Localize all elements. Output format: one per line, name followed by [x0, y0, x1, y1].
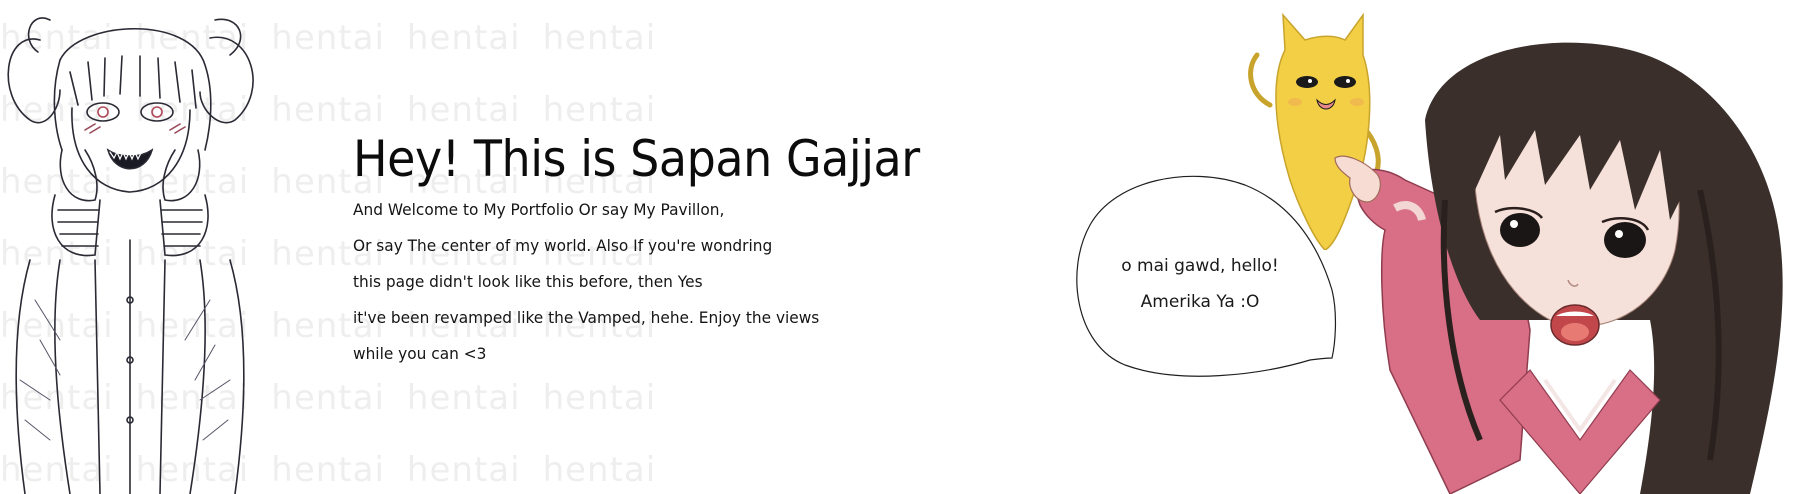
intro-line: while you can <3 — [353, 344, 487, 363]
watermark-word: hentai — [406, 378, 521, 418]
watermark-word: hentai — [678, 378, 680, 418]
intro-line: it've been revamped like the Vamped, heh… — [353, 308, 820, 327]
watermark-word: hentai — [542, 90, 657, 130]
intro-line: this page didn't look like this before, … — [353, 272, 703, 291]
watermark-word: hentai — [678, 18, 680, 58]
speech-bubble-line: Amerika Ya :O — [1140, 292, 1260, 312]
watermark-word: hentai — [271, 378, 385, 418]
anime-girl-pointing-illustration — [1334, 42, 1783, 494]
watermark-word: hentai — [678, 450, 680, 488]
watermark-word: hentai — [678, 90, 680, 130]
intro-section: Hey! This is Sapan Gajjar And Welcome to… — [353, 128, 920, 372]
watermark-word: hentai — [271, 90, 385, 130]
watermark-word: hentai — [406, 90, 521, 130]
watermark-word: hentai — [406, 18, 521, 58]
speech-bubble-line: o mai gawd, hello! — [1121, 256, 1279, 276]
speech-bubble-text: o mai gawd, hello! Amerika Ya :O — [1090, 248, 1310, 320]
watermark-word: hentai — [406, 450, 521, 488]
watermark-word: hentai — [542, 378, 657, 418]
watermark-word: hentai — [542, 18, 657, 58]
watermark-word: hentai — [271, 450, 385, 488]
page-title: Hey! This is Sapan Gajjar — [353, 130, 920, 188]
watermark-word: hentai — [271, 18, 385, 58]
intro-paragraph: And Welcome to My Portfolio Or say My Pa… — [353, 192, 913, 372]
intro-line: And Welcome to My Portfolio Or say My Pa… — [353, 200, 725, 219]
watermark-word: hentai — [542, 450, 657, 488]
intro-line: Or say The center of my world. Also If y… — [353, 236, 773, 255]
anime-girl-left-illustration — [7, 17, 254, 494]
